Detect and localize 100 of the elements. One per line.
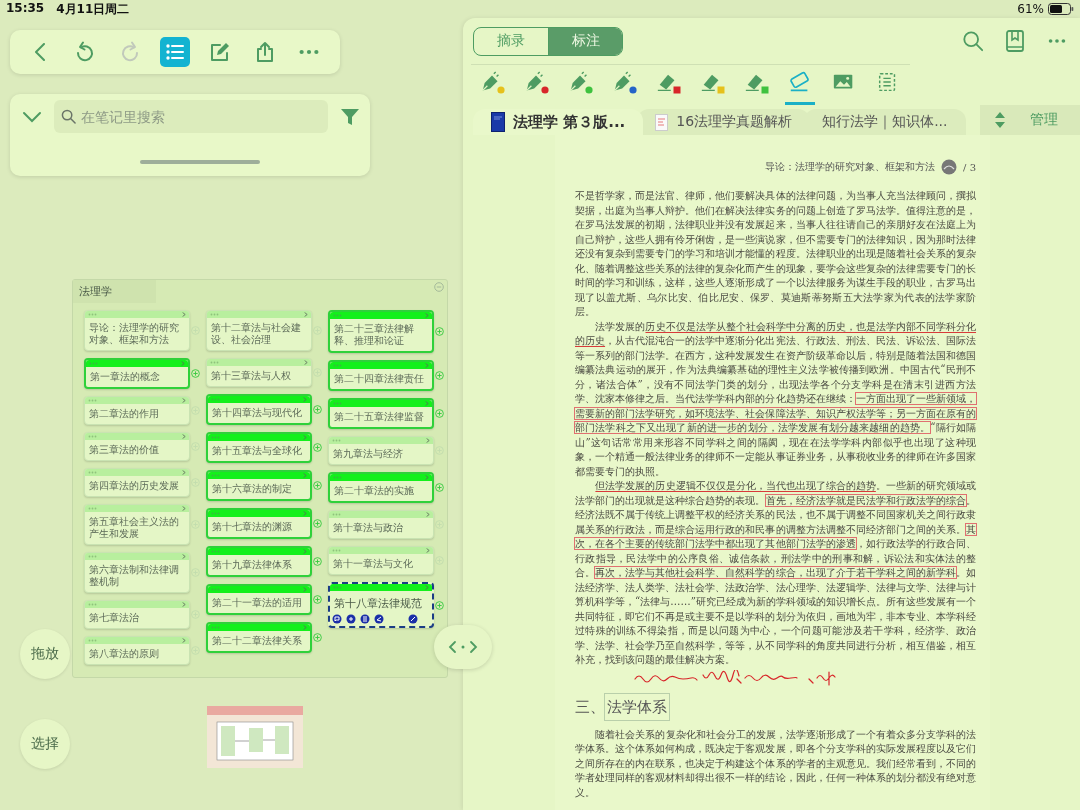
dots-icon <box>211 588 220 591</box>
segment-tab[interactable]: 标注 <box>548 27 622 55</box>
round-action-button[interactable]: 拖放 <box>20 629 70 679</box>
document-tab[interactable]: 法理学 第３版... <box>473 109 644 135</box>
add-circle-icon[interactable] <box>313 633 322 642</box>
node-tool-icon[interactable] <box>374 614 384 624</box>
paragraph: 不是哲学家，而是法官、律师，他们要解决具体的法律问题，为当事人充当法律顾问，撰拟契据，出庭为当事人辩护。他们在解决法律实务的问题上创造了罗马法学。值得注意的是，在罗马法发展的初期，法律职业并没有发展起来，当事人往往请自己的亲朋好友在法庭上为自己辩护，这些人拥有伶牙俐齿，是一些演说家，但不需要专门的法律知识，因为那时法律还没有复杂到需要专门的学习和培训才能懂的程度。法律职业的出现是随着社会关系的复杂化、随着调整这些关系的法律的复杂化而产生的现象，要学会这些复杂的法律需要专门的长时间的学习和训练，这样，这些人逐渐形成了一个以法律服务为谋生手段的职业，古罗马出现了以盖尤斯、乌尔比安、伯比尼安、保罗、莫迪斯蒂努斯五大法学家为代表的法学家阶层。 <box>575 189 976 319</box>
search-icon[interactable] <box>962 30 984 52</box>
mind-map-node[interactable]: 第十七章法的渊源 <box>206 508 312 539</box>
running-header: 导论：法理学的研究对象、框架和方法 <box>765 160 936 174</box>
battery-icon <box>1048 3 1074 15</box>
chevron-right-icon <box>425 401 429 406</box>
add-circle-icon[interactable] <box>313 595 322 604</box>
chevron-right-icon <box>182 602 186 607</box>
add-circle-icon[interactable] <box>435 371 444 380</box>
search-field[interactable]: 在笔记里搜索 <box>54 100 328 133</box>
mind-map-node[interactable]: 第十八章法律规范 <box>328 582 434 628</box>
dots-icon <box>211 474 220 477</box>
chevron-right-icon <box>426 438 430 443</box>
add-circle-icon[interactable] <box>435 409 444 418</box>
chevron-right-icon <box>303 397 307 402</box>
add-circle-icon[interactable] <box>313 519 322 528</box>
node-tool-icon[interactable] <box>332 614 342 624</box>
mind-map-node[interactable]: 第九章法与经济 <box>328 436 434 465</box>
chevron-right-icon <box>425 585 429 590</box>
mind-map-node[interactable]: 第十五章法与全球化 <box>206 432 312 463</box>
filter-icon[interactable] <box>340 106 360 127</box>
page-number: / 3 <box>963 161 976 173</box>
mind-map-node[interactable]: 第三章法的价值 <box>84 432 190 461</box>
chevron-right-icon <box>182 638 186 643</box>
mind-map-node[interactable]: 第六章法制和法律调整机制 <box>84 552 190 593</box>
segment-tab[interactable]: 摘录 <box>474 27 548 55</box>
more-icon <box>299 49 320 55</box>
round-action-button[interactable]: 选择 <box>20 719 70 769</box>
chevron-right-icon <box>426 548 430 553</box>
dots-icon <box>333 402 342 405</box>
mind-map-node[interactable]: 第十一章法与文化 <box>328 546 434 575</box>
chevron-down-icon[interactable] <box>22 109 42 124</box>
mind-map-node[interactable]: 第一章法的概念 <box>84 358 190 389</box>
chevron-right-icon <box>182 398 186 403</box>
add-circle-icon[interactable] <box>313 481 322 490</box>
chevron-right-icon <box>304 312 308 317</box>
mind-map-node[interactable]: 第二章法的作用 <box>84 396 190 425</box>
document-tab[interactable]: 知行法学｜知识体... <box>804 109 966 135</box>
dots-icon <box>333 364 342 367</box>
mind-map-node[interactable]: 第八章法的原则 <box>84 636 190 665</box>
add-circle-icon[interactable] <box>435 327 444 336</box>
dots-icon <box>211 512 220 515</box>
chevron-right-icon <box>425 313 429 318</box>
mind-map-node[interactable]: 第十章法与政治 <box>328 510 434 539</box>
list-button[interactable] <box>159 37 190 67</box>
status-date: 4月11日周二 <box>56 0 130 18</box>
mind-map-node[interactable]: 第十二章法与社会建设、社会治理 <box>206 310 312 351</box>
mind-map-node[interactable]: 第十三章法与人权 <box>206 358 312 387</box>
paragraph: 随着社会关系的复杂化和社会分工的发展，法学逐渐形成了一个有着众多分支学科的法学体系。这个体系如何构成，既决定于客观发展，即各个分支学科的实际发展程度以及它们之间所存在的内在联系，也决定于构建这个体系的学者的主观意见。我们经常看到，不同的学者处理同样的客观材料却得出很不一样的结论，因此，任何一种体系的划分都没有绝对意义。 <box>575 727 976 800</box>
add-circle-icon[interactable] <box>313 405 322 414</box>
book-icon <box>491 112 505 132</box>
bookmark-icon[interactable] <box>1006 30 1024 52</box>
mind-map-node[interactable]: 第二十章法的实施 <box>328 472 434 503</box>
mind-map-node[interactable]: 第四章法的历史发展 <box>84 468 190 497</box>
node-tool-icon[interactable] <box>360 614 370 624</box>
status-time: 15:35 <box>6 0 45 17</box>
chevron-right-icon <box>303 587 307 592</box>
mind-map-node[interactable]: 第十四章法与现代化 <box>206 394 312 425</box>
chevron-right-icon <box>182 506 186 511</box>
add-circle-icon[interactable] <box>313 557 322 566</box>
dots-icon <box>211 550 220 553</box>
eraser-tool-button[interactable] <box>785 71 815 105</box>
chevron-right-icon <box>181 361 185 366</box>
mind-map-node[interactable]: 第十九章法律体系 <box>206 546 312 577</box>
chevron-right-icon <box>303 549 307 554</box>
node-tool-icon[interactable] <box>408 614 418 624</box>
add-circle-icon[interactable] <box>313 443 322 452</box>
document-icon <box>655 113 669 131</box>
chevron-left-right-icon <box>448 640 478 654</box>
sort-icon[interactable] <box>994 111 1006 129</box>
add-circle-icon[interactable] <box>435 600 444 610</box>
chevron-right-icon <box>303 625 307 630</box>
search-icon <box>61 109 76 124</box>
dots-icon <box>211 398 220 401</box>
minus-circle-icon[interactable] <box>434 282 444 292</box>
chevron-right-icon <box>303 473 307 478</box>
mind-map-node[interactable]: 第五章社会主义法的产生和发展 <box>84 504 190 545</box>
mind-map-node[interactable]: 第二十一章法的适用 <box>206 584 312 615</box>
mind-map-node[interactable]: 第七章法治 <box>84 600 190 629</box>
add-circle-icon[interactable] <box>191 369 200 378</box>
mind-map-node[interactable]: 第二十三章法律解释、推理和论证 <box>328 310 434 353</box>
chevron-right-icon <box>303 435 307 440</box>
mind-map-node[interactable]: 第二十五章法律监督 <box>328 398 434 429</box>
mind-map-node[interactable]: 第二十四章法律责任 <box>328 360 434 391</box>
dots-icon <box>333 314 342 317</box>
dots-icon <box>211 626 220 629</box>
chevron-right-icon <box>182 554 186 559</box>
minimap-drawing[interactable] <box>207 706 303 768</box>
mind-map-node[interactable]: 第二十二章法律关系 <box>206 622 312 653</box>
add-circle-icon[interactable] <box>435 483 444 492</box>
emblem-icon <box>941 159 958 175</box>
mind-map-node[interactable]: 导论：法理学的研究对象、框架和方法 <box>84 310 190 351</box>
node-tool-icon[interactable] <box>346 614 356 624</box>
mind-map-node[interactable]: 第十六章法的制定 <box>206 470 312 501</box>
